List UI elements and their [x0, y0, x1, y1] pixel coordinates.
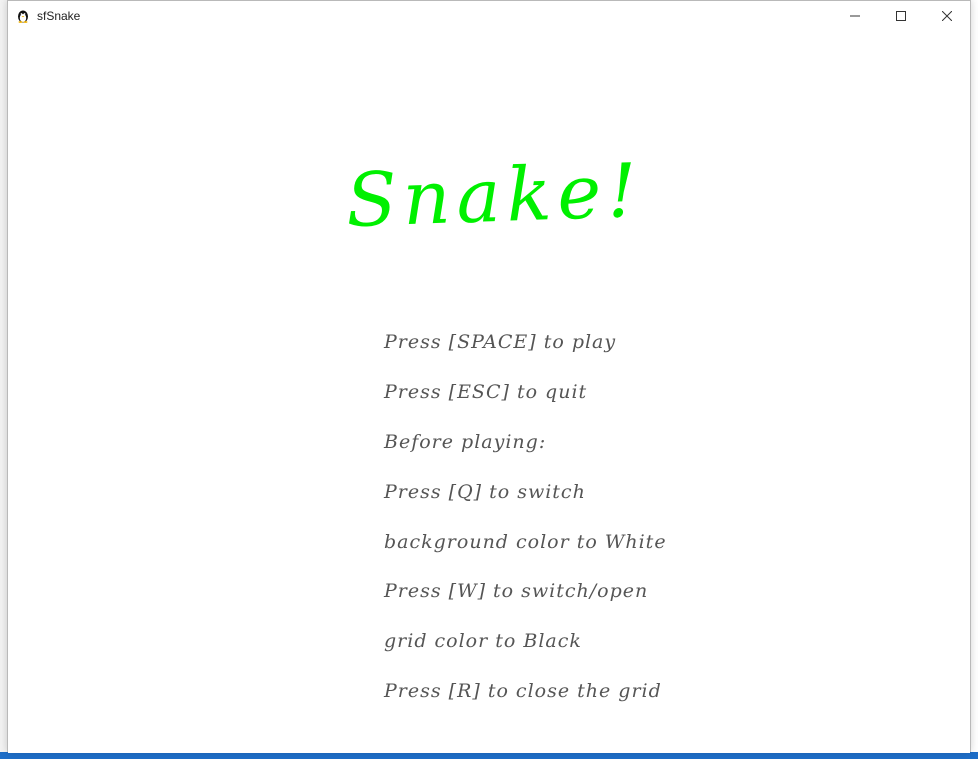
game-canvas[interactable]: Snake! Press [SPACE] to play Press [ESC]…: [8, 31, 970, 753]
menu-line-close-grid: Press [R] to close the grid: [384, 680, 662, 702]
menu-line-bg-color: background color to White: [384, 531, 667, 553]
maximize-button[interactable]: [878, 1, 924, 31]
window-controls: [832, 1, 970, 31]
background-status-bar: [0, 752, 978, 759]
close-icon: [942, 11, 952, 21]
minimize-icon: [850, 15, 860, 17]
close-button[interactable]: [924, 1, 970, 31]
app-window: sfSnake Snake! Press [SPACE] to play Pre…: [7, 0, 971, 753]
menu-line-before-playing: Before playing:: [384, 431, 547, 453]
game-title: Snake!: [344, 147, 645, 245]
menu-line-quit: Press [ESC] to quit: [384, 381, 588, 403]
menu-line-switch-grid: Press [W] to switch/open: [384, 580, 649, 602]
penguin-icon: [18, 10, 28, 23]
maximize-icon: [896, 11, 906, 21]
menu-line-play: Press [SPACE] to play: [384, 331, 617, 353]
title-bar[interactable]: sfSnake: [8, 1, 970, 31]
menu-line-grid-color: grid color to Black: [384, 630, 582, 652]
menu-line-switch-bg: Press [Q] to switch: [384, 481, 586, 503]
window-title: sfSnake: [37, 9, 81, 23]
minimize-button[interactable]: [832, 1, 878, 31]
